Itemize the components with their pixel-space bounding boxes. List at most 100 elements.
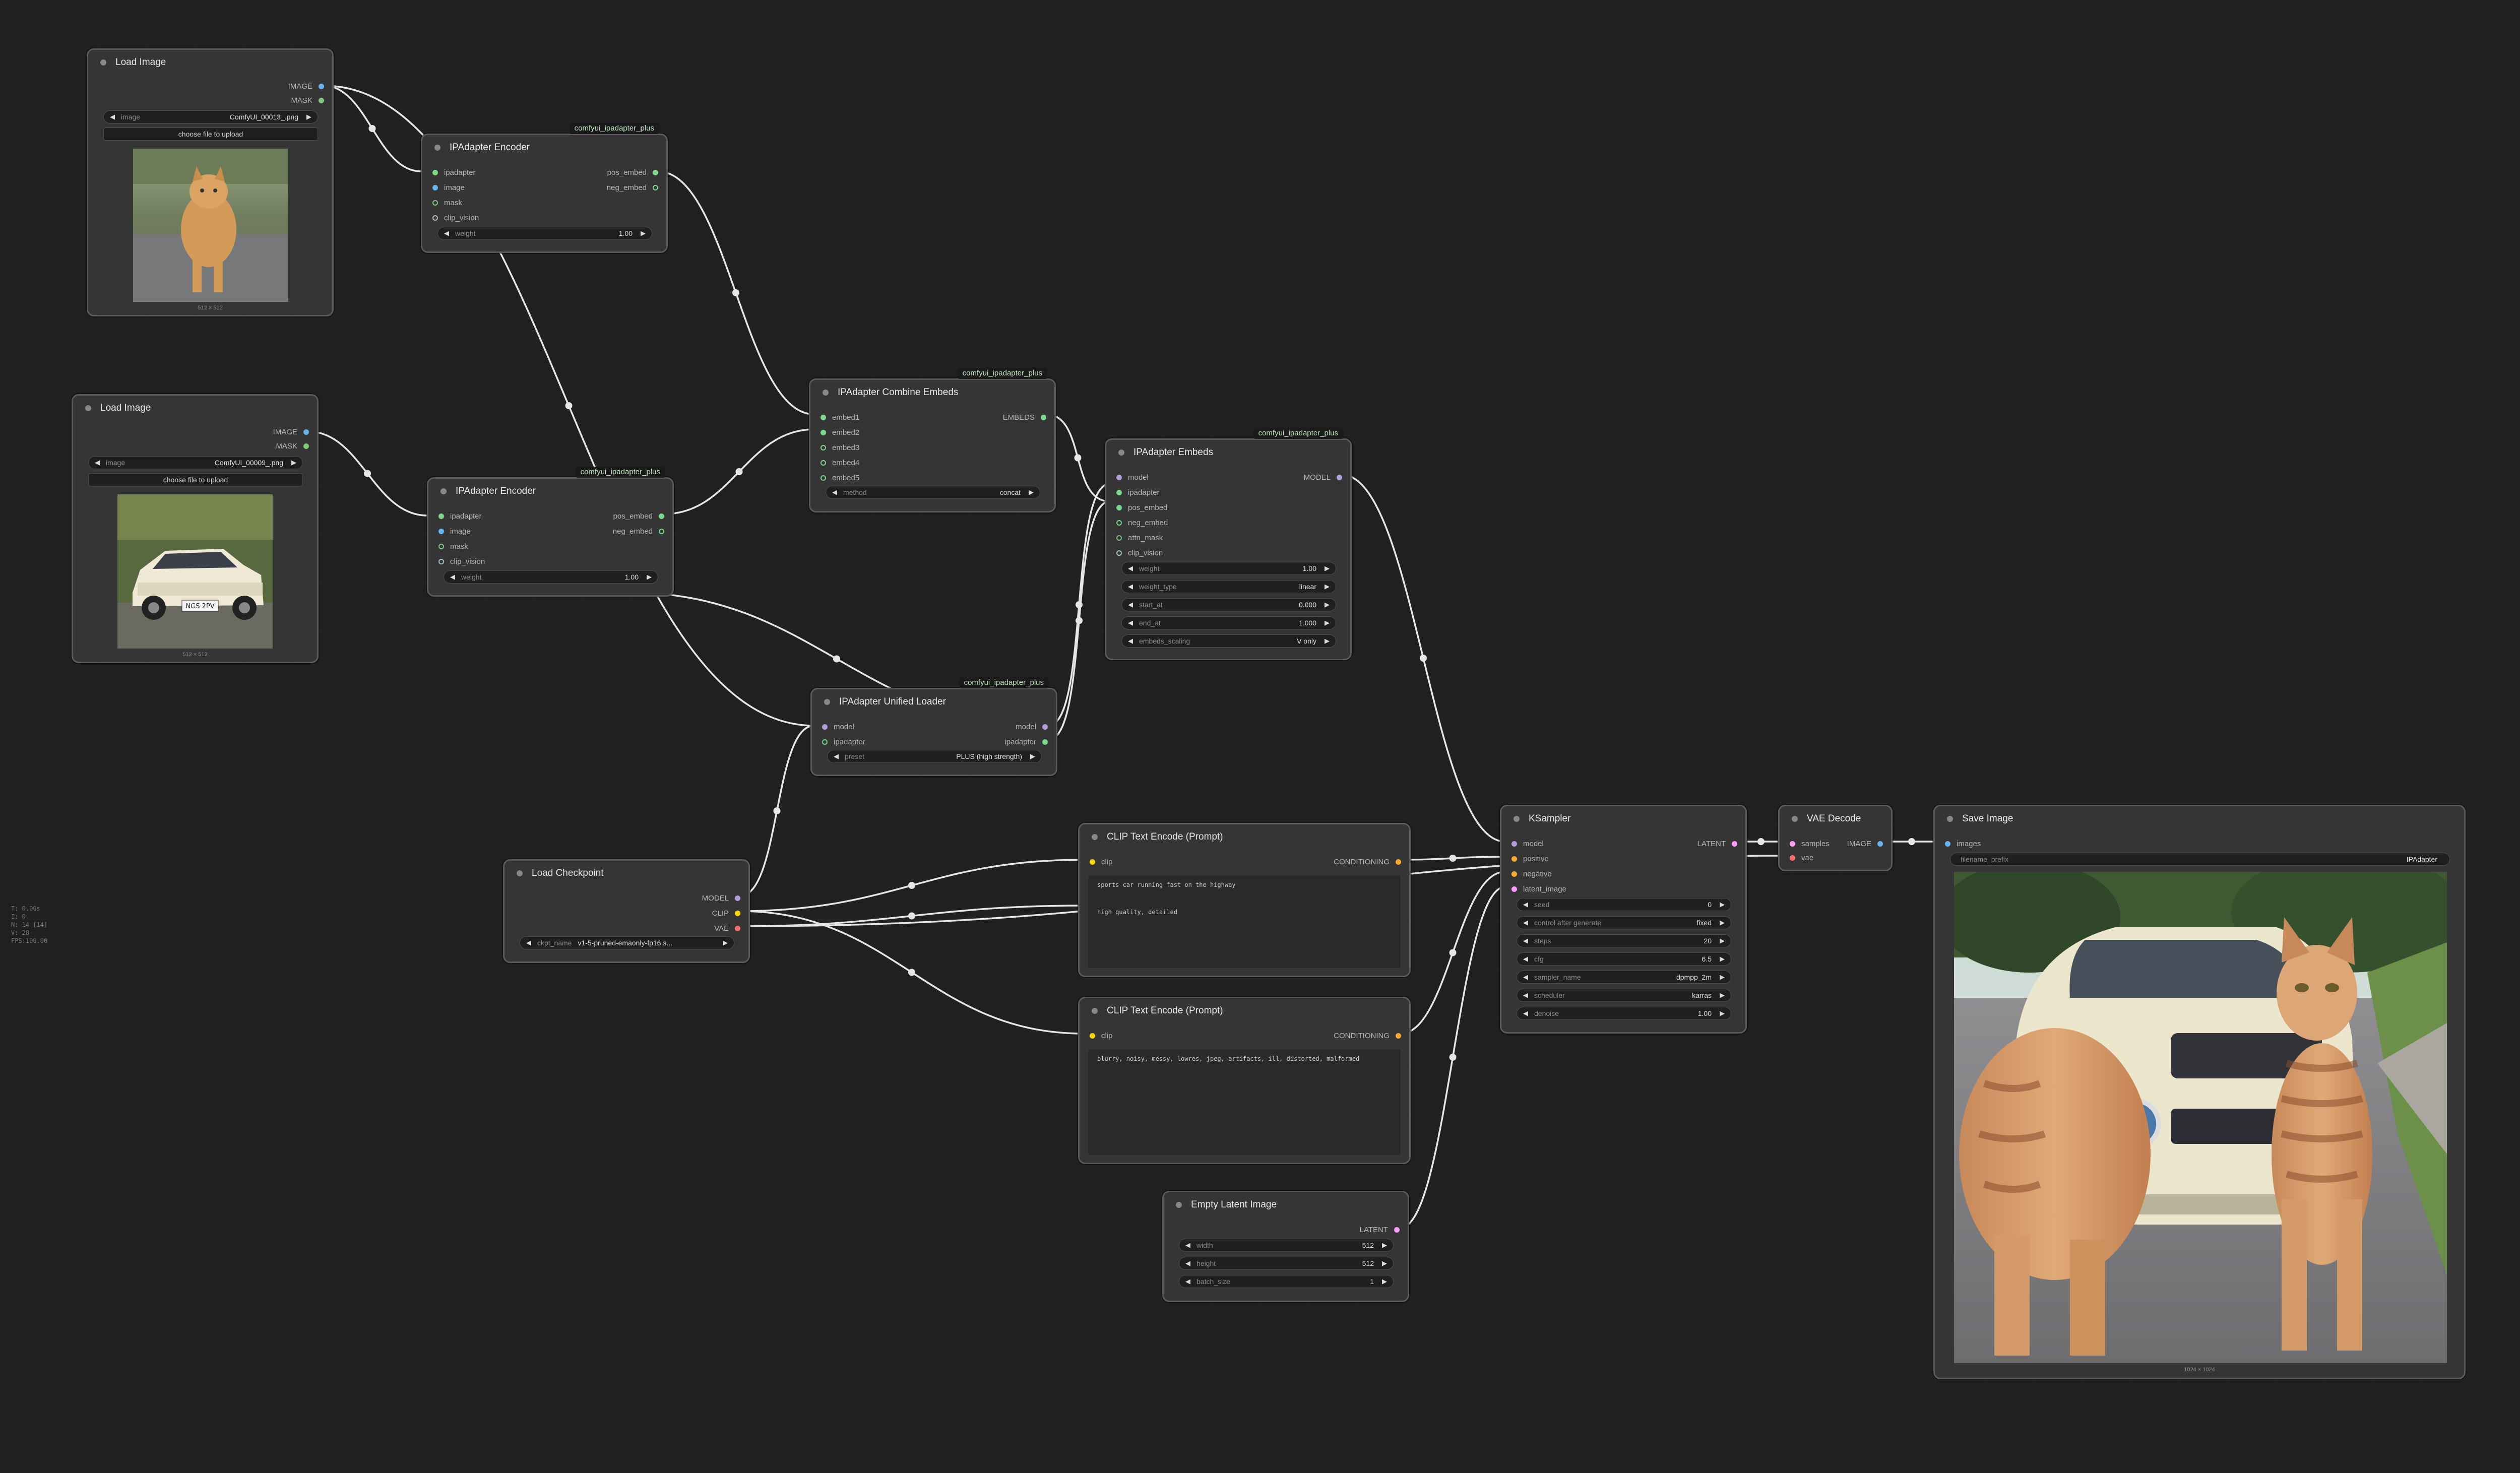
image-output-dot[interactable] [303, 429, 309, 435]
arrow-left-icon[interactable]: ◀ [94, 459, 101, 467]
output-model[interactable]: MODEL [702, 891, 740, 905]
arrow-right-icon[interactable]: ▶ [1381, 1241, 1388, 1249]
input-model[interactable]: model [822, 720, 854, 734]
scheduler-widget[interactable]: ◀ scheduler karras ▶ [1517, 989, 1731, 1002]
link-midpoint-handle[interactable] [773, 807, 781, 814]
output-dot[interactable] [735, 925, 740, 931]
link-midpoint-handle[interactable] [833, 655, 840, 663]
input-dot[interactable] [821, 475, 826, 481]
input-attn-mask[interactable]: attn_mask [1116, 531, 1163, 545]
input-dot[interactable] [821, 429, 826, 435]
height-widget[interactable]: ◀ height 512 ▶ [1179, 1257, 1394, 1270]
link-midpoint-handle[interactable] [364, 470, 371, 477]
weight-type-widget[interactable]: ◀ weight_type linear ▶ [1121, 580, 1336, 593]
upload-button[interactable]: choose file to upload [103, 127, 318, 141]
output-dot[interactable] [659, 513, 664, 519]
arrow-right-icon[interactable]: ▶ [1719, 991, 1726, 999]
input-pos-embed[interactable]: pos_embed [1116, 500, 1167, 515]
input-dot[interactable] [1116, 489, 1122, 495]
input-embed2[interactable]: embed2 [821, 425, 859, 439]
width-widget[interactable]: ◀ width 512 ▶ [1179, 1239, 1394, 1252]
image-output-dot[interactable] [319, 83, 324, 89]
collapse-dot[interactable] [517, 870, 523, 876]
output-ipadapter[interactable]: ipadapter [1004, 735, 1048, 749]
output-dot[interactable] [735, 910, 740, 916]
input-image[interactable]: image [432, 180, 465, 195]
input-dot[interactable] [438, 558, 444, 564]
output-vae[interactable]: VAE [714, 921, 740, 935]
empty-latent-image-node[interactable]: Empty Latent Image LATENT ◀ width 512 ▶ ◀ he… [1162, 1191, 1409, 1302]
link-midpoint-handle[interactable] [1449, 1054, 1457, 1061]
arrow-right-icon[interactable]: ▶ [1719, 955, 1726, 963]
arrow-right-icon[interactable]: ▶ [722, 939, 729, 947]
clip-text-encode-positive-node[interactable]: CLIP Text Encode (Prompt) clip CONDITION… [1078, 823, 1411, 977]
node-title[interactable]: CLIP Text Encode (Prompt) [1080, 998, 1409, 1023]
arrow-right-icon[interactable]: ▶ [1719, 919, 1726, 927]
arrow-left-icon[interactable]: ◀ [833, 752, 840, 760]
input-ipadapter[interactable]: ipadapter [1116, 485, 1160, 499]
output-neg-embed[interactable]: neg_embed [607, 180, 658, 195]
output-dot[interactable] [1337, 474, 1342, 480]
end-at-widget[interactable]: ◀ end_at 1.000 ▶ [1121, 616, 1336, 629]
input-embed1[interactable]: embed1 [821, 410, 859, 424]
input-neg-embed[interactable]: neg_embed [1116, 516, 1168, 530]
mask-output-dot[interactable] [303, 443, 309, 449]
input-dot[interactable] [1511, 871, 1517, 877]
input-ipadapter[interactable]: ipadapter [438, 509, 482, 523]
input-vae[interactable]: vae [1790, 851, 1813, 865]
arrow-right-icon[interactable]: ▶ [646, 573, 653, 581]
arrow-left-icon[interactable]: ◀ [449, 573, 456, 581]
collapse-dot[interactable] [1947, 816, 1953, 822]
arrow-right-icon[interactable]: ▶ [1719, 901, 1726, 909]
embeds-scaling-widget[interactable]: ◀ embeds_scaling V only ▶ [1121, 634, 1336, 648]
output-mask[interactable]: MASK [291, 93, 324, 107]
input-dot[interactable] [432, 184, 438, 190]
output-clip[interactable]: CLIP [712, 906, 740, 920]
arrow-right-icon[interactable]: ▶ [640, 229, 647, 237]
output-mask[interactable]: MASK [276, 439, 309, 453]
input-dot[interactable] [432, 200, 438, 206]
input-model[interactable]: model [1116, 470, 1149, 484]
output-embeds[interactable]: EMBEDS [1003, 410, 1046, 424]
arrow-left-icon[interactable]: ◀ [1127, 601, 1134, 609]
link-midpoint-handle[interactable] [908, 969, 915, 976]
link-midpoint-handle[interactable] [1076, 617, 1083, 624]
output-model[interactable]: model [1016, 720, 1048, 734]
steps-widget[interactable]: ◀ steps 20 ▶ [1517, 934, 1731, 947]
output-conditioning[interactable]: CONDITIONING [1334, 855, 1401, 869]
weight-widget[interactable]: ◀ weight 1.00 ▶ [1121, 562, 1336, 575]
arrow-left-icon[interactable]: ◀ [443, 229, 450, 237]
input-samples[interactable]: samples [1790, 837, 1830, 851]
input-clip[interactable]: clip [1090, 855, 1113, 869]
output-dot[interactable] [735, 895, 740, 901]
input-embed5[interactable]: embed5 [821, 471, 859, 485]
preset-widget[interactable]: ◀ preset PLUS (high strength) ▶ [827, 750, 1042, 763]
arrow-right-icon[interactable]: ▶ [1719, 973, 1726, 981]
input-dot[interactable] [438, 543, 444, 549]
output-model[interactable]: MODEL [1304, 470, 1342, 484]
input-dot[interactable] [1945, 841, 1950, 847]
input-clip[interactable]: clip [1090, 1029, 1113, 1043]
arrow-left-icon[interactable]: ◀ [1184, 1277, 1191, 1286]
output-latent[interactable]: LATENT [1697, 837, 1737, 851]
input-dot[interactable] [1116, 550, 1122, 556]
node-title[interactable]: IPAdapter Embeds [1106, 440, 1350, 465]
input-model[interactable]: model [1511, 837, 1544, 851]
input-dot[interactable] [438, 513, 444, 519]
collapse-dot[interactable] [1176, 1202, 1182, 1208]
arrow-right-icon[interactable]: ▶ [1719, 937, 1726, 945]
prompt-textarea[interactable]: sports car running fast on the highway h… [1088, 875, 1401, 969]
output-dot[interactable] [653, 169, 658, 175]
node-title[interactable]: Load Image [73, 396, 317, 421]
sampler-name-widget[interactable]: ◀ sampler_name dpmpp_2m ▶ [1517, 971, 1731, 984]
input-dot[interactable] [1790, 841, 1795, 847]
ipadapter-unified-loader-node[interactable]: comfyui_ipadapter_plus IPAdapter Unified… [810, 677, 1057, 776]
node-title[interactable]: IPAdapter Encoder [422, 135, 666, 160]
arrow-left-icon[interactable]: ◀ [1522, 937, 1529, 945]
link-midpoint-handle[interactable] [1449, 855, 1457, 862]
arrow-left-icon[interactable]: ◀ [109, 113, 116, 121]
collapse-dot[interactable] [1092, 1008, 1098, 1014]
output-latent[interactable]: LATENT [1360, 1223, 1400, 1237]
input-embed4[interactable]: embed4 [821, 456, 859, 470]
node-title[interactable]: Load Image [88, 50, 332, 75]
